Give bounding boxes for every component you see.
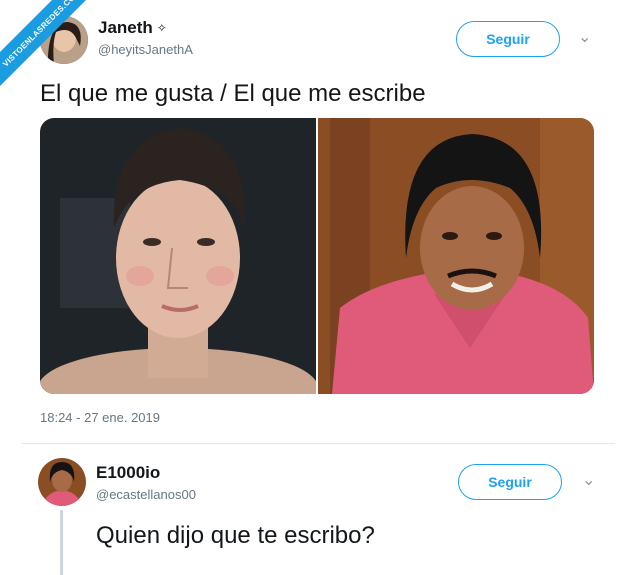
tweet-text: El que me gusta / El que me escribe [40, 80, 426, 107]
tweet-timestamp[interactable]: 18:24 - 27 ene. 2019 [40, 410, 160, 425]
tweet-photo [40, 118, 594, 394]
reply-follow-button-label: Seguir [488, 474, 532, 490]
tweet-divider [22, 443, 615, 444]
reply-avatar[interactable] [38, 458, 86, 506]
reply-follow-button[interactable]: Seguir [458, 464, 562, 500]
reply-author-name[interactable]: E1000io [96, 463, 160, 483]
tweet-media[interactable] [40, 118, 594, 394]
reply-author-handle[interactable]: @ecastellanos00 [96, 487, 196, 502]
badge-icon: ✧ [156, 21, 167, 35]
reply-avatar-image [38, 458, 86, 506]
follow-button-label: Seguir [486, 31, 530, 47]
author-name[interactable]: Janeth [98, 18, 153, 38]
reply-chevron-down-icon[interactable]: ⌄ [582, 470, 595, 490]
reply-thread-line [60, 510, 63, 575]
author-handle[interactable]: @heyitsJanethA [98, 42, 193, 57]
chevron-down-icon[interactable]: ⌄ [578, 27, 591, 47]
reply-text: Quien dijo que te escribo? [96, 522, 375, 549]
follow-button[interactable]: Seguir [456, 21, 560, 57]
